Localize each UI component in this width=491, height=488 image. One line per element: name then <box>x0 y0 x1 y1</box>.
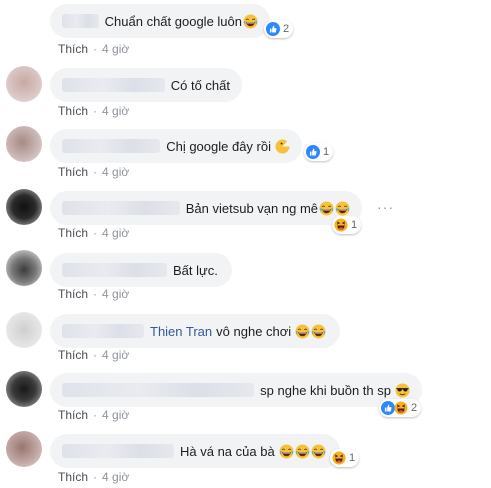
avatar[interactable] <box>6 250 42 286</box>
timestamp[interactable]: 4 giờ <box>102 226 129 240</box>
comment-text: Chuẩn chất google luôn <box>104 13 242 29</box>
haha-reaction-icon <box>332 451 346 465</box>
sunglasses-emoji-icon <box>395 383 410 398</box>
comment-meta: Thích · 4 giờ <box>58 287 130 301</box>
comment-text: Bản vietsub vạn ng mê <box>185 200 318 216</box>
author-name-blurred[interactable] <box>62 201 180 215</box>
avatar[interactable] <box>6 66 42 102</box>
like-reaction-icon <box>306 145 320 159</box>
like-link[interactable]: Thích <box>58 470 88 484</box>
haha-reaction-icon <box>334 218 348 232</box>
haha-reaction-icon <box>394 401 408 415</box>
comment-bubble: sp nghe khi buồn th sp <box>50 373 422 407</box>
laughing-tears-emoji-icon <box>311 324 326 339</box>
timestamp[interactable]: 4 giờ <box>102 408 129 422</box>
comment-text: Hà vá na của bà <box>180 443 275 459</box>
mention-link[interactable]: Thien Tran <box>150 324 212 339</box>
author-name-blurred[interactable] <box>62 383 255 397</box>
like-link[interactable]: Thích <box>58 104 88 118</box>
comment-bubble: Hà vá na của bà <box>50 434 340 468</box>
comment-meta: Thích · 4 giờ <box>58 226 130 240</box>
comment-bubble: Bất lực. <box>50 253 232 287</box>
timestamp[interactable]: 4 giờ <box>102 287 129 301</box>
comment-text: Có tố chất <box>170 77 230 93</box>
laughing-tears-emoji-icon <box>295 324 310 339</box>
laughing-tears-emoji-icon <box>243 14 258 29</box>
laughing-tears-emoji-icon <box>295 444 310 459</box>
reaction-count: 1 <box>323 146 330 158</box>
comment-text: Chị google đây rồi <box>166 138 271 154</box>
reaction-count: 2 <box>283 23 290 35</box>
avatar[interactable] <box>6 189 42 225</box>
comment-meta: Thích · 4 giờ <box>58 348 130 362</box>
reaction-summary[interactable]: 2 <box>379 399 422 417</box>
reaction-count: 2 <box>411 402 418 414</box>
comment-bubble: Bản vietsub vạn ng mê <box>50 191 362 225</box>
comment-bubble: Có tố chất <box>50 68 242 102</box>
author-name-blurred[interactable] <box>62 444 174 458</box>
comment-meta: Thích · 4 giờ <box>58 165 130 179</box>
timestamp[interactable]: 4 giờ <box>102 470 129 484</box>
comment-meta: Thích · 4 giờ <box>58 104 130 118</box>
comment-text: vô nghe chơi <box>216 323 292 339</box>
reaction-count: 1 <box>349 452 356 464</box>
avatar[interactable] <box>6 431 42 467</box>
comment-meta: Thích · 4 giờ <box>58 470 130 484</box>
laughing-tears-emoji-icon <box>335 201 350 216</box>
comment-bubble: Thien Tran vô nghe chơi <box>50 314 340 348</box>
timestamp[interactable]: 4 giờ <box>102 165 129 179</box>
reaction-summary[interactable]: 2 <box>264 20 294 38</box>
reaction-summary[interactable]: 1 <box>332 216 362 234</box>
more-options-icon[interactable]: ··· <box>377 199 394 215</box>
timestamp[interactable]: 4 giờ <box>102 348 129 362</box>
author-name-blurred[interactable] <box>62 14 99 28</box>
laughing-tears-emoji-icon <box>279 444 294 459</box>
like-link[interactable]: Thích <box>58 287 88 301</box>
reaction-count: 1 <box>351 219 358 231</box>
timestamp[interactable]: 4 giờ <box>102 104 129 118</box>
avatar[interactable] <box>6 312 42 348</box>
timestamp[interactable]: 4 giờ <box>102 42 129 56</box>
laughing-tears-emoji-icon <box>311 444 326 459</box>
avatar[interactable] <box>6 371 42 407</box>
author-name-blurred[interactable] <box>62 263 167 277</box>
reaction-summary[interactable]: 1 <box>304 143 334 161</box>
laughing-tears-emoji-icon <box>319 201 334 216</box>
author-name-blurred[interactable] <box>62 139 161 153</box>
like-link[interactable]: Thích <box>58 226 88 240</box>
comment-meta: Thích · 4 giờ <box>58 42 130 56</box>
like-link[interactable]: Thích <box>58 42 88 56</box>
comment-text: sp nghe khi buồn th sp <box>260 382 391 398</box>
like-reaction-icon <box>266 22 280 36</box>
comment-meta: Thích · 4 giờ <box>58 408 130 422</box>
comment-text: Bất lực. <box>173 262 218 278</box>
like-link[interactable]: Thích <box>58 408 88 422</box>
comment-bubble: Chị google đây rồi <box>50 129 302 163</box>
avatar[interactable] <box>6 126 42 162</box>
like-reaction-icon <box>381 401 395 415</box>
pacman-emoji-icon <box>275 139 290 154</box>
comment-bubble: Chuẩn chất google luôn <box>50 4 270 38</box>
like-link[interactable]: Thích <box>58 348 88 362</box>
reaction-summary[interactable]: 1 <box>330 449 360 467</box>
like-link[interactable]: Thích <box>58 165 88 179</box>
author-name-blurred[interactable] <box>62 78 165 92</box>
author-name-blurred[interactable] <box>62 324 144 338</box>
